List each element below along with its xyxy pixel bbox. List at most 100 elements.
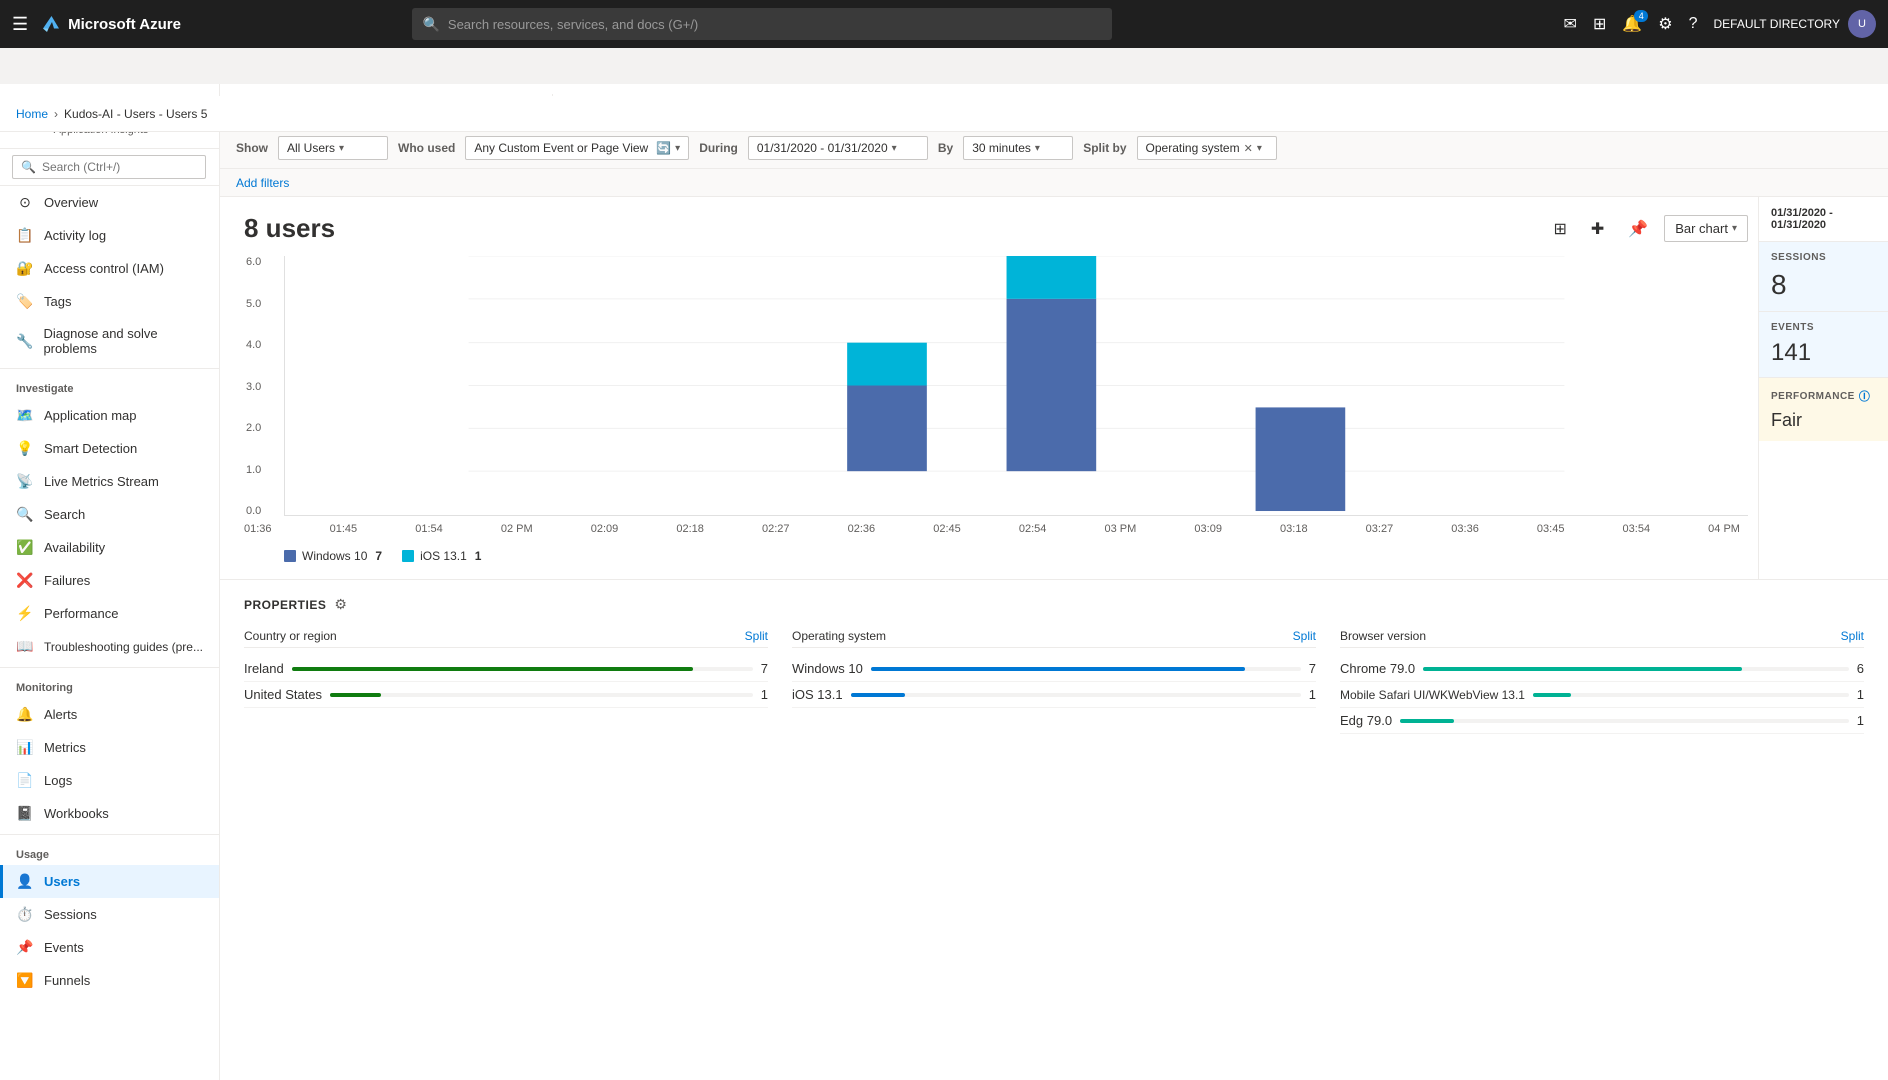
sidebar-item-users[interactable]: 👤 Users (0, 865, 219, 898)
sidebar-item-sessions[interactable]: ⏱️ Sessions (0, 898, 219, 931)
chart-pin-icon[interactable]: 📌 (1620, 214, 1656, 244)
sidebar-nav-diagnose[interactable]: 🔧 Diagnose and solve problems (0, 318, 219, 364)
sidebar-item-performance[interactable]: ⚡ Performance (0, 597, 219, 630)
legend-value-win10: 7 (375, 549, 382, 563)
sidebar-nav-activity-log[interactable]: 📋 Activity log (0, 219, 219, 252)
property-column-os: Operating system Split Windows 10 7 iOS … (792, 629, 1316, 734)
prop-bar-edge (1400, 719, 1454, 723)
metrics-icon: 📊 (16, 739, 34, 756)
prop-col-os-split[interactable]: Split (1293, 629, 1316, 643)
properties-section: PROPERTIES ⚙ Country or region Split Ire… (220, 579, 1888, 750)
sidebar-item-failures[interactable]: ❌ Failures (0, 564, 219, 597)
prop-row-us: United States 1 (244, 682, 768, 708)
chart-type-dropdown[interactable]: Bar chart ▾ (1664, 215, 1748, 242)
sidebar-section-usage: Usage (0, 839, 219, 865)
prop-col-country-split[interactable]: Split (745, 629, 768, 643)
chart-section: 8 users ⊞ ✚ 📌 Bar chart ▾ 0.0 (220, 197, 1888, 579)
sidebar-item-availability[interactable]: ✅ Availability (0, 531, 219, 564)
split-by-clear-icon[interactable]: ✕ (1244, 142, 1253, 155)
sidebar-nav-overview[interactable]: ⊙ Overview (0, 186, 219, 219)
sidebar-item-troubleshooting-label: Troubleshooting guides (pre... (44, 640, 203, 654)
properties-title: PROPERTIES (244, 598, 326, 612)
sidebar-item-alerts[interactable]: 🔔 Alerts (0, 698, 219, 731)
events-icon: 📌 (16, 939, 34, 956)
sessions-icon: ⏱️ (16, 906, 34, 923)
sidebar-nav-tags-label: Tags (44, 294, 71, 309)
portal-icon[interactable]: ⊞ (1593, 14, 1606, 34)
prop-name-chrome: Chrome 79.0 (1340, 661, 1415, 676)
right-panel-performance-card: PERFORMANCE ⓘ Fair (1759, 378, 1888, 441)
properties-settings-icon[interactable]: ⚙ (334, 596, 347, 613)
chart-grid-icon[interactable]: ⊞ (1545, 214, 1574, 244)
user-profile[interactable]: DEFAULT DIRECTORY U (1714, 10, 1876, 38)
sidebar-item-workbooks[interactable]: 📓 Workbooks (0, 797, 219, 830)
smart-detection-icon: 💡 (16, 440, 34, 457)
sidebar-item-funnels-label: Funnels (44, 973, 90, 988)
sidebar-item-application-map[interactable]: 🗺️ Application map (0, 399, 219, 432)
sidebar-item-logs[interactable]: 📄 Logs (0, 764, 219, 797)
notification-badge: 4 (1634, 10, 1648, 22)
sidebar-item-search[interactable]: 🔍 Search (0, 498, 219, 531)
refresh-who-used-icon[interactable]: 🔄 (656, 141, 671, 155)
who-used-chevron-icon: ▾ (675, 143, 680, 154)
sidebar-nav-tags[interactable]: 🏷️ Tags (0, 285, 219, 318)
hamburger-menu-icon[interactable]: ☰ (12, 14, 28, 35)
prop-col-browser-title: Browser version (1340, 629, 1426, 643)
sidebar-nav-access-control[interactable]: 🔐 Access control (IAM) (0, 252, 219, 285)
sidebar-item-funnels[interactable]: 🔽 Funnels (0, 964, 219, 997)
bar-ios-tall (1007, 256, 1097, 299)
legend-label-ios: iOS 13.1 (420, 549, 467, 563)
prop-value-chrome: 6 (1857, 661, 1864, 676)
prop-col-browser-header: Browser version Split (1340, 629, 1864, 648)
activity-log-icon: 📋 (16, 227, 34, 244)
sidebar-item-live-metrics[interactable]: 📡 Live Metrics Stream (0, 465, 219, 498)
alerts-icon: 🔔 (16, 706, 34, 723)
chart-area-container: 8 users ⊞ ✚ 📌 Bar chart ▾ 0.0 (220, 197, 1888, 579)
sidebar-item-users-label: Users (44, 874, 80, 889)
sidebar-section-investigate: Investigate (0, 373, 219, 399)
performance-info-icon[interactable]: ⓘ (1859, 388, 1871, 404)
prop-col-browser-split[interactable]: Split (1841, 629, 1864, 643)
sidebar-search-box[interactable]: 🔍 (12, 155, 206, 179)
main-content: + New 📂 Open 💾 Save 💾 Save As 🔄 Refresh (220, 84, 1888, 1080)
bar-win10-medium (847, 386, 927, 472)
prop-col-os-header: Operating system Split (792, 629, 1316, 648)
prop-bar-safari-container (1533, 693, 1849, 697)
prop-name-ireland: Ireland (244, 661, 284, 676)
who-used-filter-dropdown[interactable]: Any Custom Event or Page View 🔄 ▾ (465, 136, 689, 160)
during-filter-dropdown[interactable]: 01/31/2020 - 01/31/2020 ▾ (748, 136, 928, 160)
prop-bar-us-container (330, 693, 753, 697)
sessions-value: 8 (1771, 269, 1876, 301)
split-by-chevron-icon: ▾ (1257, 143, 1262, 154)
email-icon[interactable]: ✉ (1564, 14, 1577, 34)
sidebar-item-metrics[interactable]: 📊 Metrics (0, 731, 219, 764)
sidebar-search-input[interactable] (42, 160, 197, 174)
failures-icon: ❌ (16, 572, 34, 589)
show-filter-chevron-icon: ▾ (339, 143, 344, 154)
chart-legend: Windows 10 7 iOS 13.1 1 (244, 549, 1748, 563)
chart-add-icon[interactable]: ✚ (1583, 214, 1612, 244)
notifications-icon[interactable]: 🔔 4 (1622, 14, 1642, 34)
sidebar-item-events[interactable]: 📌 Events (0, 931, 219, 964)
events-value: 141 (1771, 339, 1876, 367)
global-search-input[interactable] (448, 17, 1103, 32)
sidebar-item-smart-detection[interactable]: 💡 Smart Detection (0, 432, 219, 465)
split-by-filter-dropdown[interactable]: Operating system ✕ ▾ (1137, 136, 1277, 160)
breadcrumb-home[interactable]: Home (16, 107, 48, 121)
by-filter-dropdown[interactable]: 30 minutes ▾ (963, 136, 1073, 160)
sidebar-nav-overview-label: Overview (44, 195, 98, 210)
prop-col-country-header: Country or region Split (244, 629, 768, 648)
sidebar-item-troubleshooting[interactable]: 📖 Troubleshooting guides (pre... (0, 630, 219, 663)
show-filter-label: Show (236, 141, 268, 155)
global-search-bar[interactable]: 🔍 (412, 8, 1112, 40)
settings-icon[interactable]: ⚙ (1658, 14, 1672, 34)
add-filters-link[interactable]: Add filters (236, 176, 289, 190)
during-filter-label: During (699, 141, 738, 155)
prop-bar-win10 (871, 667, 1245, 671)
sidebar-item-live-metrics-label: Live Metrics Stream (44, 474, 159, 489)
prop-row-chrome: Chrome 79.0 6 (1340, 656, 1864, 682)
show-filter-dropdown[interactable]: All Users ▾ (278, 136, 388, 160)
help-icon[interactable]: ? (1689, 15, 1698, 33)
top-bar-icons-group: ✉ ⊞ 🔔 4 ⚙ ? DEFAULT DIRECTORY U (1564, 10, 1876, 38)
sidebar-section-monitoring: Monitoring (0, 672, 219, 698)
